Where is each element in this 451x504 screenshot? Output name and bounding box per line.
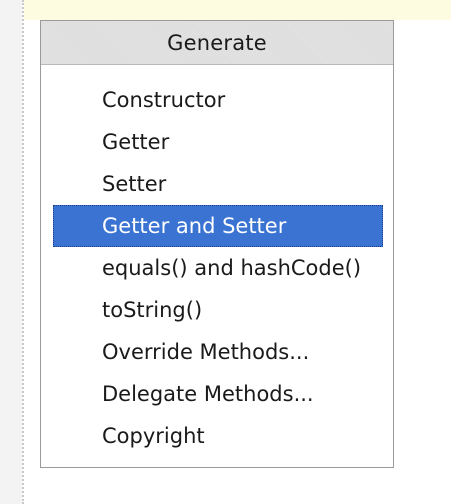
menu-item-delegate-methods[interactable]: Delegate Methods... [41,373,393,415]
menu-item-tostring[interactable]: toString() [41,289,393,331]
editor-gutter [0,0,22,504]
current-line-highlight [24,0,451,20]
generate-menu-list: Constructor Getter Setter Getter and Set… [41,79,393,457]
popup-header: Generate [41,21,393,65]
menu-item-equals-hashcode[interactable]: equals() and hashCode() [41,247,393,289]
menu-item-setter[interactable]: Setter [41,163,393,205]
gutter-separator [22,0,24,504]
menu-item-constructor[interactable]: Constructor [41,79,393,121]
generate-popup: Generate Constructor Getter Setter Gette… [40,20,394,468]
menu-item-override-methods[interactable]: Override Methods... [41,331,393,373]
menu-item-copyright[interactable]: Copyright [41,415,393,457]
menu-item-getter-and-setter[interactable]: Getter and Setter [53,205,383,247]
menu-item-getter[interactable]: Getter [41,121,393,163]
popup-title: Generate [167,30,267,55]
